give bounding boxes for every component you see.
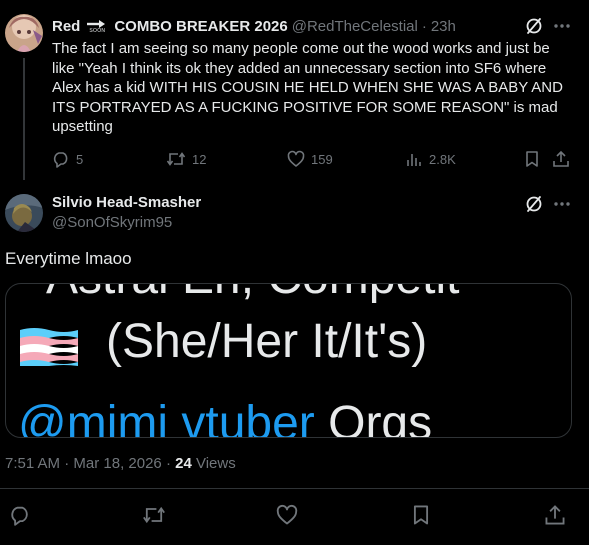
repost-icon [166, 150, 186, 168]
bookmark-icon[interactable] [410, 504, 432, 526]
main-text: Everytime lmaoo [5, 249, 132, 268]
reply-action-reply[interactable]: 5 [52, 150, 83, 168]
media-image[interactable]: Astral Eri, Competit (She/Her It/It's) @… [5, 283, 572, 438]
repost-icon[interactable] [142, 504, 166, 526]
share-icon[interactable] [552, 150, 570, 168]
arrow-emoji-icon: SOON [86, 19, 108, 34]
bookmark-icon[interactable] [523, 150, 541, 168]
trans-flag-icon [18, 326, 80, 367]
meta-time[interactable]: 7:51 AM [5, 455, 60, 472]
media-pronouns: (She/Her It/It's) [106, 315, 428, 368]
more-icon[interactable] [552, 16, 572, 36]
views-count: 24 [175, 455, 192, 472]
reply-icon[interactable] [9, 504, 31, 526]
reply-handle[interactable]: @RedTheCelestial [292, 18, 418, 35]
reply-count: 5 [76, 151, 84, 167]
reply-display-name-suffix[interactable]: COMBO BREAKER 2026 [114, 18, 287, 35]
main-handle[interactable]: @SonOfSkyrim95 [52, 214, 172, 231]
reply-time[interactable]: 23h [431, 18, 456, 35]
reply-icon [52, 150, 70, 168]
reply-action-like[interactable]: 159 [287, 150, 333, 168]
meta-date[interactable]: Mar 18, 2026 [73, 455, 161, 472]
media-mention-suffix: Orgs [328, 397, 433, 438]
reply-action-repost[interactable]: 12 [166, 150, 206, 168]
views-label: Views [195, 455, 236, 472]
avatar-red[interactable] [5, 14, 43, 52]
like-count: 159 [311, 151, 333, 167]
reply-header: Red SOON COMBO BREAKER 2026 @RedTheCeles… [52, 16, 456, 36]
main-display-name[interactable]: Silvio Head-Smasher [52, 194, 201, 211]
reply-display-name[interactable]: Red [52, 18, 80, 35]
soon-badge: SOON [89, 27, 106, 34]
grok-icon[interactable] [524, 16, 544, 36]
media-mention-line: @mimi vtuber Orgs [18, 396, 433, 438]
views-count: 2.8K [429, 151, 456, 167]
views-icon [405, 150, 423, 168]
meta-separator: · [64, 455, 70, 472]
media-top-text: Astral Eri, Competit [46, 284, 459, 305]
avatar-silvio[interactable] [5, 194, 43, 232]
more-icon[interactable] [552, 194, 572, 214]
heart-icon [287, 150, 305, 168]
share-icon[interactable] [544, 504, 566, 526]
meta-dot: · [165, 455, 171, 472]
reply-text: The fact I am seeing so many people come… [52, 40, 568, 135]
reply-action-views[interactable]: 2.8K [405, 150, 456, 168]
heart-icon[interactable] [276, 504, 298, 526]
tweet-meta: 7:51 AM · Mar 18, 2026 · 24 Views [5, 455, 236, 472]
media-mention: @mimi vtuber [18, 397, 315, 438]
grok-icon[interactable] [524, 194, 544, 214]
repost-count: 12 [192, 151, 207, 167]
thread-line [23, 58, 25, 180]
reply-separator: · [421, 17, 427, 35]
divider [0, 488, 589, 489]
